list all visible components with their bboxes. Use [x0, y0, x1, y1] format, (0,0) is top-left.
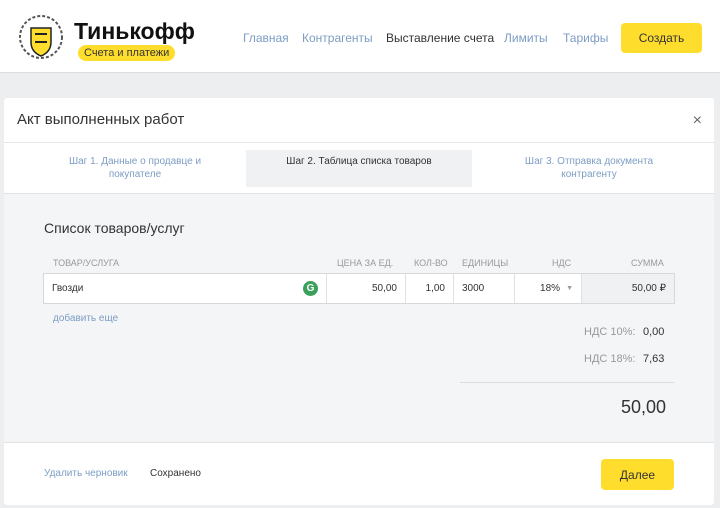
vat-value: 18% [540, 283, 561, 294]
delete-draft-link[interactable]: Удалить черновик [44, 468, 128, 479]
brand-name: Тинькофф [74, 18, 195, 44]
vat18-label: НДС 18%: [584, 353, 636, 365]
items-section: Список товаров/услуг ТОВАР/УСЛУГА ЦЕНА З… [4, 193, 714, 443]
top-header: Тинькофф Счета и платежи Главная Контраг… [0, 0, 720, 73]
vat-select[interactable]: 18% ▼ [515, 274, 582, 303]
nav-home[interactable]: Главная [243, 31, 289, 45]
section-title: Список товаров/услуг [44, 220, 185, 236]
total-value: 50,00 [620, 397, 666, 417]
item-name: Гвозди [52, 283, 84, 294]
nav-invoicing[interactable]: Выставление счета [386, 31, 494, 45]
sum-value: 50,00 ₽ [582, 274, 674, 303]
create-button[interactable]: Создать [621, 23, 702, 53]
vat10-label: НДС 10%: [584, 326, 636, 338]
col-price: ЦЕНА ЗА ЕД. [337, 258, 394, 268]
close-icon[interactable]: × [693, 112, 702, 130]
vat10-value: 0,00 [643, 326, 665, 338]
col-item: ТОВАР/УСЛУГА [53, 258, 120, 268]
step-2[interactable]: Шаг 2. Таблица списка товаров [246, 150, 472, 187]
table-row: Гвозди G 50,00 1,00 3000 18% ▼ 50,00 ₽ [43, 273, 675, 304]
saved-status: Сохранено [150, 468, 201, 479]
divider [460, 382, 674, 383]
item-name-input[interactable]: Гвозди G [44, 274, 327, 303]
step-3[interactable]: Шаг 3. Отправка документа контрагенту [514, 150, 664, 187]
col-vat: НДС [552, 258, 572, 268]
col-sum: СУММА [631, 258, 664, 268]
nav-tariffs[interactable]: Тарифы [563, 31, 608, 45]
step-1[interactable]: Шаг 1. Данные о продавце и покупателе [60, 150, 210, 187]
brand-subtitle: Счета и платежи [78, 45, 176, 61]
tinkoff-logo-icon [19, 15, 63, 59]
qty-input[interactable]: 1,00 [406, 274, 454, 303]
modal-title: Акт выполненных работ [17, 111, 185, 128]
next-button[interactable]: Далее [601, 459, 674, 490]
chevron-down-icon: ▼ [566, 285, 573, 292]
vat18-value: 7,63 [643, 353, 665, 365]
col-unit: ЕДИНИЦЫ [462, 258, 509, 268]
grammarly-icon[interactable]: G [303, 281, 318, 296]
nav-contractors[interactable]: Контрагенты [302, 31, 373, 45]
col-qty: КОЛ-ВО [414, 258, 448, 268]
unit-input[interactable]: 3000 [454, 274, 515, 303]
stepper: Шаг 1. Данные о продавце и покупателе Ша… [4, 142, 714, 193]
nav-limits[interactable]: Лимиты [504, 31, 548, 45]
add-more-link[interactable]: добавить еще [53, 313, 118, 324]
modal: Акт выполненных работ × Шаг 1. Данные о … [4, 98, 714, 505]
price-input[interactable]: 50,00 [327, 274, 406, 303]
